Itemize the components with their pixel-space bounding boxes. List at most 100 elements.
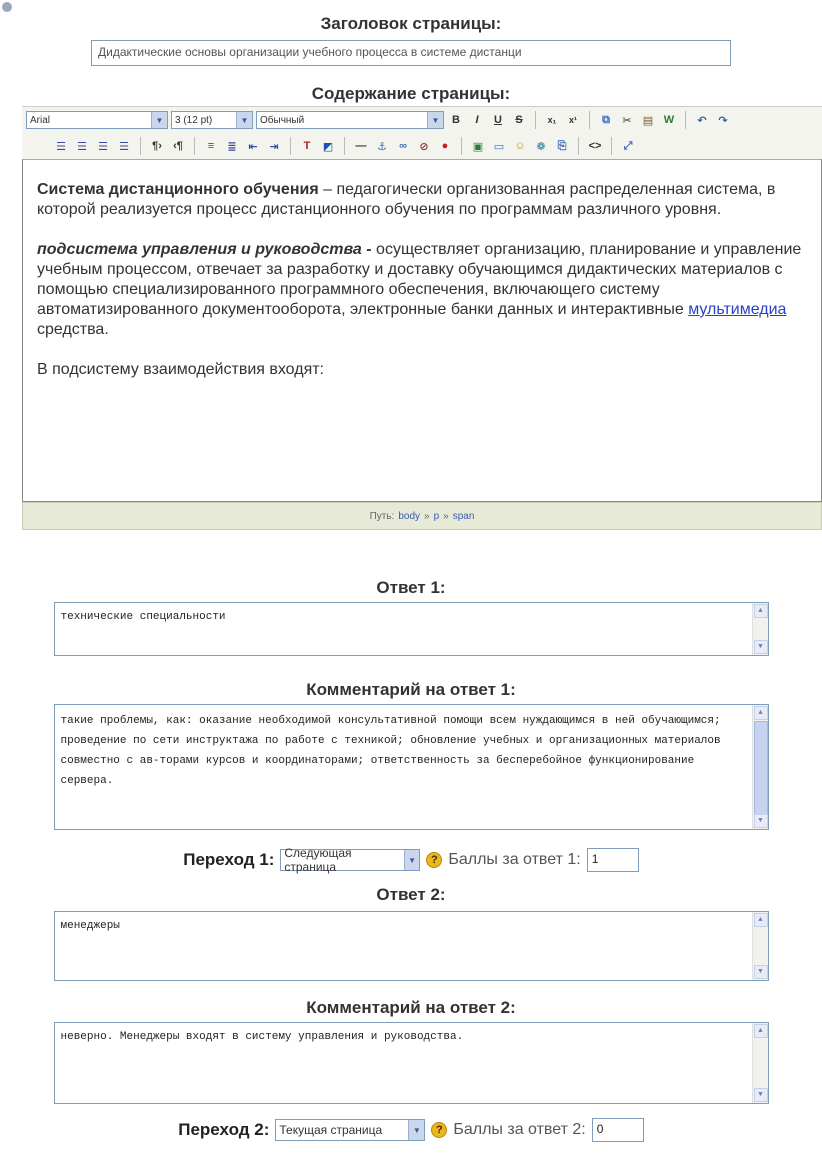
text-color-icon[interactable]: T bbox=[298, 137, 316, 155]
indent-icon[interactable]: ⇥ bbox=[265, 137, 283, 155]
path-p[interactable]: p bbox=[434, 511, 440, 522]
smiley-icon[interactable]: ☺ bbox=[511, 137, 529, 155]
toolbar-separator bbox=[344, 137, 345, 155]
comment-2-label: Комментарий на ответ 2: bbox=[306, 998, 516, 1017]
horizontal-rule-icon[interactable]: — bbox=[352, 137, 370, 155]
jump-2-select[interactable]: Текущая страница ▼ bbox=[275, 1119, 426, 1141]
comment-2-text: неверно. Менеджеры входят в систему упра… bbox=[60, 1031, 464, 1043]
comment-2-scrollbar[interactable]: ▲ ▼ bbox=[751, 1023, 768, 1103]
style-select[interactable]: Обычный ▼ bbox=[256, 111, 444, 129]
toolbar-separator bbox=[611, 137, 612, 155]
background-color-icon[interactable]: ◩ bbox=[319, 137, 337, 155]
scroll-down-icon[interactable]: ▼ bbox=[753, 814, 768, 828]
editor-content-area[interactable]: Система дистанционного обучения – педаго… bbox=[22, 159, 822, 502]
align-justify-icon[interactable]: ☰ bbox=[115, 137, 133, 155]
multimedia-link[interactable]: мультимедиа bbox=[688, 301, 786, 318]
scroll-down-icon[interactable]: ▼ bbox=[753, 640, 768, 654]
style-select-value: Обычный bbox=[260, 114, 305, 126]
score-1-input[interactable]: 1 bbox=[586, 848, 639, 872]
paste-icon[interactable]: ▤ bbox=[639, 111, 657, 129]
ordered-list-icon[interactable]: ≡ bbox=[202, 137, 220, 155]
scroll-down-icon[interactable]: ▼ bbox=[753, 1088, 768, 1102]
answer-1-scrollbar[interactable]: ▲ ▼ bbox=[751, 603, 768, 655]
chevron-down-icon: ▼ bbox=[408, 1120, 425, 1140]
paste-word-icon[interactable]: W bbox=[660, 111, 678, 129]
superscript-icon[interactable]: x¹ bbox=[564, 111, 582, 129]
toolbar-separator bbox=[589, 111, 590, 129]
scroll-up-icon[interactable]: ▲ bbox=[753, 913, 768, 927]
scroll-up-icon[interactable]: ▲ bbox=[753, 604, 768, 618]
answer-1-text: технические специальности bbox=[60, 611, 226, 623]
toolbar-separator bbox=[290, 137, 291, 155]
outdent-icon[interactable]: ⇤ bbox=[244, 137, 262, 155]
size-select[interactable]: 3 (12 pt) ▼ bbox=[171, 111, 253, 129]
font-select[interactable]: Arial ▼ bbox=[26, 111, 168, 129]
html-source-icon[interactable]: <> bbox=[586, 137, 604, 155]
score-2-label: Баллы за ответ 2: bbox=[453, 1121, 586, 1138]
editor-toolbar: Arial ▼ 3 (12 pt) ▼ Обычный ▼ B I U S x₁… bbox=[22, 106, 822, 159]
align-center-icon[interactable]: ☰ bbox=[73, 137, 91, 155]
toolbar-separator bbox=[461, 137, 462, 155]
undo-icon[interactable]: ↶ bbox=[693, 111, 711, 129]
toolbar-separator bbox=[578, 137, 579, 155]
path-body[interactable]: body bbox=[398, 511, 420, 522]
copy-icon[interactable]: ⧉ bbox=[597, 111, 615, 129]
toolbar-separator bbox=[535, 111, 536, 129]
jump-2-value: Текущая страница bbox=[279, 1123, 383, 1137]
editor-paragraph-2: подсистема управления и руководства - ос… bbox=[37, 240, 807, 340]
score-1-label: Баллы за ответ 1: bbox=[448, 851, 581, 868]
scroll-down-icon[interactable]: ▼ bbox=[753, 965, 768, 979]
answer-1-textarea[interactable]: технические специальности ▲ ▼ bbox=[53, 602, 769, 656]
anchor-icon[interactable]: ⚓ bbox=[373, 137, 391, 155]
italic-icon[interactable]: I bbox=[468, 111, 486, 129]
align-right-icon[interactable]: ☰ bbox=[94, 137, 112, 155]
editor-paragraph-3: В подсистему взаимодействия входят: bbox=[37, 361, 324, 378]
toolbar-separator bbox=[140, 137, 141, 155]
page-title-input[interactable]: Дидактические основы организации учебног… bbox=[91, 40, 731, 66]
cut-icon[interactable]: ✂ bbox=[618, 111, 636, 129]
path-label: Путь: bbox=[369, 510, 395, 522]
unlink-icon[interactable]: ⊘ bbox=[415, 137, 433, 155]
answer-1-block: Ответ 1: технические специальности ▲ ▼ bbox=[0, 578, 822, 656]
bold-icon[interactable]: B bbox=[447, 111, 465, 129]
chevron-down-icon: ▼ bbox=[427, 112, 443, 128]
ltr-icon[interactable]: ¶› bbox=[148, 137, 166, 155]
strikethrough-icon[interactable]: S bbox=[510, 111, 528, 129]
fullscreen-icon[interactable]: ⤢ bbox=[619, 137, 637, 155]
help-icon[interactable]: ? bbox=[426, 852, 443, 868]
jump-1-value: Следующая страница bbox=[284, 846, 352, 874]
rtl-icon[interactable]: ‹¶ bbox=[169, 137, 187, 155]
score-2-input[interactable]: 0 bbox=[591, 1118, 644, 1142]
path-span[interactable]: span bbox=[453, 511, 475, 522]
corner-bullet-icon bbox=[2, 2, 12, 12]
special-char-icon[interactable]: ❁ bbox=[532, 137, 550, 155]
unordered-list-icon[interactable]: ≣ bbox=[223, 137, 241, 155]
toolbar-row-1: Arial ▼ 3 (12 pt) ▼ Обычный ▼ B I U S x₁… bbox=[22, 107, 822, 133]
comment-2-textarea[interactable]: неверно. Менеджеры входят в систему упра… bbox=[53, 1022, 769, 1104]
scroll-thumb[interactable] bbox=[753, 721, 768, 815]
insert-image-icon[interactable]: ▣ bbox=[469, 137, 487, 155]
jump-1-select[interactable]: Следующая страница ▼ bbox=[280, 846, 421, 874]
answer-2-scrollbar[interactable]: ▲ ▼ bbox=[751, 912, 768, 980]
subscript-icon[interactable]: x₁ bbox=[543, 111, 561, 129]
answer-2-label: Ответ 2: bbox=[376, 885, 446, 904]
html-editor: Arial ▼ 3 (12 pt) ▼ Обычный ▼ B I U S x₁… bbox=[22, 106, 822, 530]
insert-table-icon[interactable]: ▭ bbox=[490, 137, 508, 155]
comment-1-textarea[interactable]: такие проблемы, как: оказание необходимо… bbox=[53, 704, 769, 830]
help-icon[interactable]: ? bbox=[431, 1122, 448, 1138]
nolink-icon[interactable]: ● bbox=[436, 137, 454, 155]
search-replace-icon[interactable]: ⎘ bbox=[553, 137, 571, 155]
answer-2-text: менеджеры bbox=[60, 920, 120, 932]
underline-icon[interactable]: U bbox=[489, 111, 507, 129]
scroll-up-icon[interactable]: ▲ bbox=[753, 1024, 768, 1038]
scroll-up-icon[interactable]: ▲ bbox=[753, 706, 768, 720]
link-icon[interactable]: ∞ bbox=[394, 137, 412, 155]
redo-icon[interactable]: ↷ bbox=[714, 111, 732, 129]
toolbar-separator bbox=[685, 111, 686, 129]
align-left-icon[interactable]: ☰ bbox=[52, 137, 70, 155]
chevron-down-icon: ▼ bbox=[403, 850, 420, 870]
editor-paragraph-1: Система дистанционного обучения – педаго… bbox=[37, 180, 807, 220]
toolbar-separator bbox=[194, 137, 195, 155]
comment-1-scrollbar[interactable]: ▲ ▼ bbox=[751, 705, 768, 829]
answer-2-textarea[interactable]: менеджеры ▲ ▼ bbox=[53, 911, 769, 981]
